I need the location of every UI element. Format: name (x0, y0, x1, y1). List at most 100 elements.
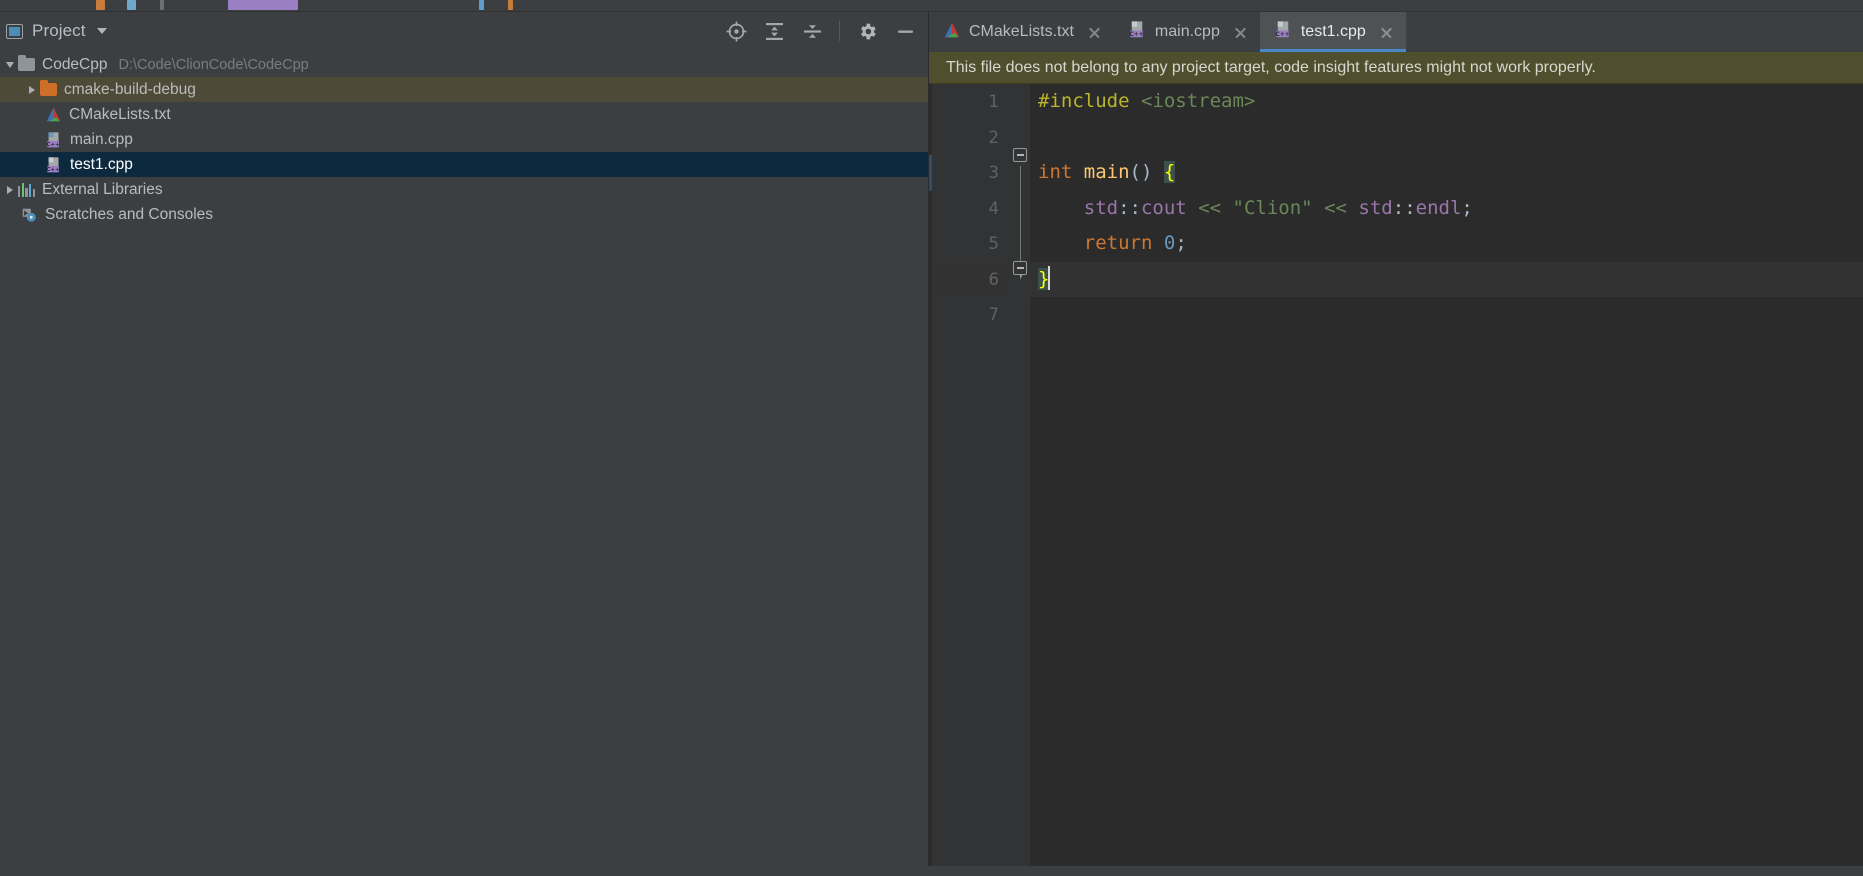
line-number: 6 (932, 261, 1010, 297)
tree-item-external-libraries[interactable]: External Libraries (0, 177, 928, 202)
svg-text:C++: C++ (1275, 32, 1289, 38)
folder-orange-icon (40, 80, 57, 96)
token: std (1083, 196, 1119, 219)
tree-item-cmakelists[interactable]: CMakeLists.txt (0, 102, 928, 127)
code-editor[interactable]: 1 2 3 4 5 6 7 #include <iostream> int ma… (929, 84, 1863, 866)
collapse-all-icon[interactable] (799, 18, 825, 44)
editor-area: CMakeLists.txt C++ main.cpp C++ test1.cp… (929, 12, 1863, 866)
token: ; (1461, 196, 1473, 219)
toolbar-icon-1[interactable] (96, 0, 105, 10)
tree-item-main-cpp[interactable]: C++ main.cpp (0, 127, 928, 152)
cmake-file-icon (45, 106, 62, 123)
token: ; (1175, 232, 1187, 254)
line-number: 1 (988, 92, 1000, 111)
close-icon[interactable] (1087, 25, 1102, 40)
tree-item-codecpp[interactable]: CodeCpp D:\Code\ClionCode\CodeCpp (0, 52, 928, 77)
tree-item-test1-cpp[interactable]: C++ test1.cpp (0, 152, 928, 177)
tab-test1-cpp[interactable]: C++ test1.cpp (1259, 12, 1406, 52)
token: << (1198, 196, 1222, 219)
line-number: 7 (988, 305, 1000, 324)
code-line-5: return 0; (1030, 226, 1863, 262)
tree-item-label: main.cpp (70, 130, 133, 148)
tree-item-label: CMakeLists.txt (69, 105, 171, 123)
toolbar-icon-3[interactable] (160, 0, 164, 10)
fold-toggle-close-icon[interactable] (1013, 261, 1027, 278)
cpp-file-icon: C++ (1128, 20, 1147, 44)
svg-text:C++: C++ (46, 142, 60, 148)
line-number: 4 (988, 198, 1000, 218)
status-bar-strip (0, 866, 1863, 876)
expand-all-icon[interactable] (761, 18, 787, 44)
tab-label: CMakeLists.txt (969, 23, 1074, 40)
tab-label: test1.cpp (1300, 23, 1366, 40)
tab-main-cpp[interactable]: C++ main.cpp (1113, 12, 1260, 52)
line-number-gutter: 1 2 3 4 5 6 7 (932, 84, 1010, 866)
project-target-warning-banner: This file does not belong to any project… (929, 52, 1863, 84)
main-toolbar-strip (0, 0, 1863, 12)
cpp-file-icon: C++ (45, 131, 63, 149)
hide-icon[interactable] (892, 18, 918, 44)
fold-toggle-open-icon[interactable] (1013, 148, 1027, 162)
token: "Clion" (1232, 196, 1313, 219)
chevron-expanded-icon[interactable] (2, 57, 18, 73)
tree-item-label: test1.cpp (70, 155, 133, 173)
select-opened-file-icon[interactable] (723, 18, 749, 44)
project-path-hint: D:\Code\ClionCode\CodeCpp (118, 56, 309, 73)
project-view-selector[interactable]: Project (6, 21, 107, 41)
tree-item-scratches-and-consoles[interactable]: Scratches and Consoles (0, 202, 928, 227)
tree-item-label: CodeCpp (42, 55, 108, 73)
chevron-collapsed-icon[interactable] (24, 82, 40, 98)
code-line-1: #include <iostream> (1030, 84, 1863, 120)
tab-cmakelists-txt[interactable]: CMakeLists.txt (929, 12, 1114, 52)
chevron-collapsed-icon[interactable] (2, 182, 18, 198)
cmake-file-icon (943, 21, 961, 44)
tree-item-label: External Libraries (42, 180, 163, 198)
project-panel-title: Project (32, 21, 86, 40)
line-number: 3 (988, 163, 1000, 182)
token: int (1038, 161, 1073, 183)
token: main (1083, 161, 1130, 183)
token: :: (1118, 196, 1141, 219)
tab-label: main.cpp (1154, 23, 1220, 40)
tree-item-cmake-build-debug[interactable]: cmake-build-debug (0, 77, 928, 102)
token: #include (1038, 90, 1130, 112)
svg-text:C++: C++ (46, 167, 60, 173)
token: cout (1140, 196, 1187, 219)
project-tree[interactable]: CodeCpp D:\Code\ClionCode\CodeCpp cmake-… (0, 50, 928, 866)
chevron-down-icon[interactable] (96, 28, 107, 34)
token: () (1129, 161, 1153, 183)
text-caret (1048, 265, 1051, 290)
toolbar-icon-2[interactable] (127, 0, 136, 10)
project-window-icon (6, 23, 23, 39)
token: return (1083, 232, 1153, 254)
line-number: 2 (988, 127, 1000, 147)
editor-tabbar: CMakeLists.txt C++ main.cpp C++ test1.cp… (929, 12, 1863, 52)
run-config-selector[interactable] (228, 0, 298, 10)
external-libraries-icon (18, 182, 36, 197)
token: endl (1415, 196, 1462, 219)
code-line-3: int main() { (1030, 155, 1863, 191)
project-tool-window: Project CodeCpp D:\Code\ClionCode\CodeCp… (0, 12, 929, 866)
token: :: (1392, 196, 1416, 219)
tree-item-label: Scratches and Consoles (45, 205, 214, 223)
svg-text:C++: C++ (1129, 32, 1143, 38)
tree-item-label: cmake-build-debug (64, 80, 196, 98)
folder-grey-icon (18, 55, 35, 71)
code-line-6: } (1030, 261, 1863, 297)
toolbar-divider (839, 21, 840, 41)
project-panel-toolbar (723, 18, 918, 44)
settings-gear-icon[interactable] (854, 18, 880, 44)
close-icon[interactable] (1379, 25, 1394, 40)
cpp-file-icon: C++ (1274, 20, 1293, 44)
toolbar-icon-5[interactable] (508, 0, 513, 10)
scratches-icon (20, 206, 38, 224)
code-content[interactable]: #include <iostream> int main() { std::co… (1030, 84, 1863, 866)
toolbar-icon-4[interactable] (479, 0, 484, 10)
token: <iostream> (1140, 90, 1256, 112)
token: { (1163, 161, 1176, 183)
code-folding-gutter[interactable] (1010, 84, 1030, 866)
close-icon[interactable] (1233, 25, 1248, 40)
clion-window: Project CodeCpp D:\Code\ClionCode\CodeCp… (0, 0, 1863, 876)
